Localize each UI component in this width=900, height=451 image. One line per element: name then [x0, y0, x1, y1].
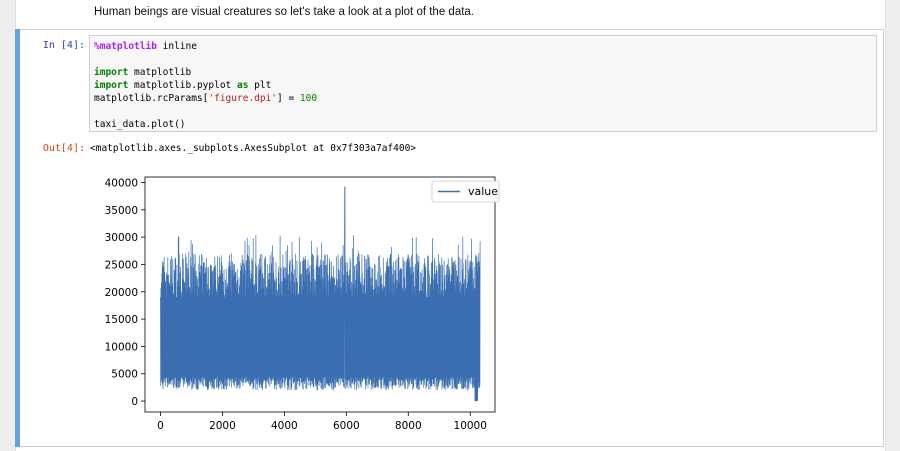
code-token: import — [94, 80, 129, 91]
code-line: taxi_data.plot() — [94, 118, 872, 131]
legend-label: value — [468, 185, 498, 198]
code-token: inline — [156, 41, 197, 52]
y-tick-label: 30000 — [105, 232, 138, 244]
code-token: %matplotlib — [94, 41, 157, 52]
code-line: matplotlib.rcParams['figure.dpi'] = 100 — [94, 92, 872, 105]
input-prompt: In [4]: — [42, 40, 85, 51]
code-token: matplotlib.pyplot — [128, 80, 237, 91]
x-tick-label: 4000 — [271, 420, 298, 432]
x-tick-label: 0 — [157, 420, 164, 432]
legend: value — [431, 180, 500, 203]
x-tick-label: 2000 — [209, 420, 236, 432]
selected-cell-indicator — [15, 29, 20, 447]
code-token: plt — [248, 80, 272, 91]
code-line: import matplotlib.pyplot as plt — [94, 79, 872, 92]
y-tick-label: 35000 — [105, 205, 138, 217]
code-token: taxi_data.plot() — [94, 119, 186, 130]
line-plot: 0500010000150002000025000300003500040000… — [105, 176, 500, 432]
x-tick-label: 6000 — [333, 420, 360, 432]
y-tick-label: 5000 — [111, 369, 138, 381]
code-token: import — [94, 67, 129, 78]
output-text: <matplotlib.axes._subplots.AxesSubplot a… — [90, 143, 417, 154]
code-token: as — [237, 80, 249, 91]
series-line-value — [160, 186, 481, 402]
code-line: import matplotlib — [94, 66, 872, 79]
code-token: ] = — [277, 93, 300, 104]
y-tick-label: 10000 — [105, 341, 138, 353]
y-tick-label: 25000 — [105, 259, 138, 271]
markdown-text: Human beings are visual creatures so let… — [94, 6, 474, 18]
code-line: %matplotlib inline — [94, 40, 872, 53]
y-tick-label: 40000 — [105, 177, 138, 189]
code-token: 'figure.dpi' — [208, 93, 278, 104]
x-tick-label: 10000 — [454, 420, 487, 432]
code-token: 100 — [299, 93, 318, 104]
x-tick-label: 8000 — [395, 420, 422, 432]
y-tick-label: 0 — [131, 396, 138, 408]
code-token: matplotlib — [128, 67, 192, 78]
y-tick-label: 15000 — [105, 314, 138, 326]
code-token: matplotlib.rcParams[ — [94, 93, 209, 104]
y-tick-label: 20000 — [105, 287, 138, 299]
output-prompt: Out[4]: — [42, 143, 85, 154]
code-editor[interactable]: %matplotlib inline import matplotlib impor… — [89, 35, 877, 132]
